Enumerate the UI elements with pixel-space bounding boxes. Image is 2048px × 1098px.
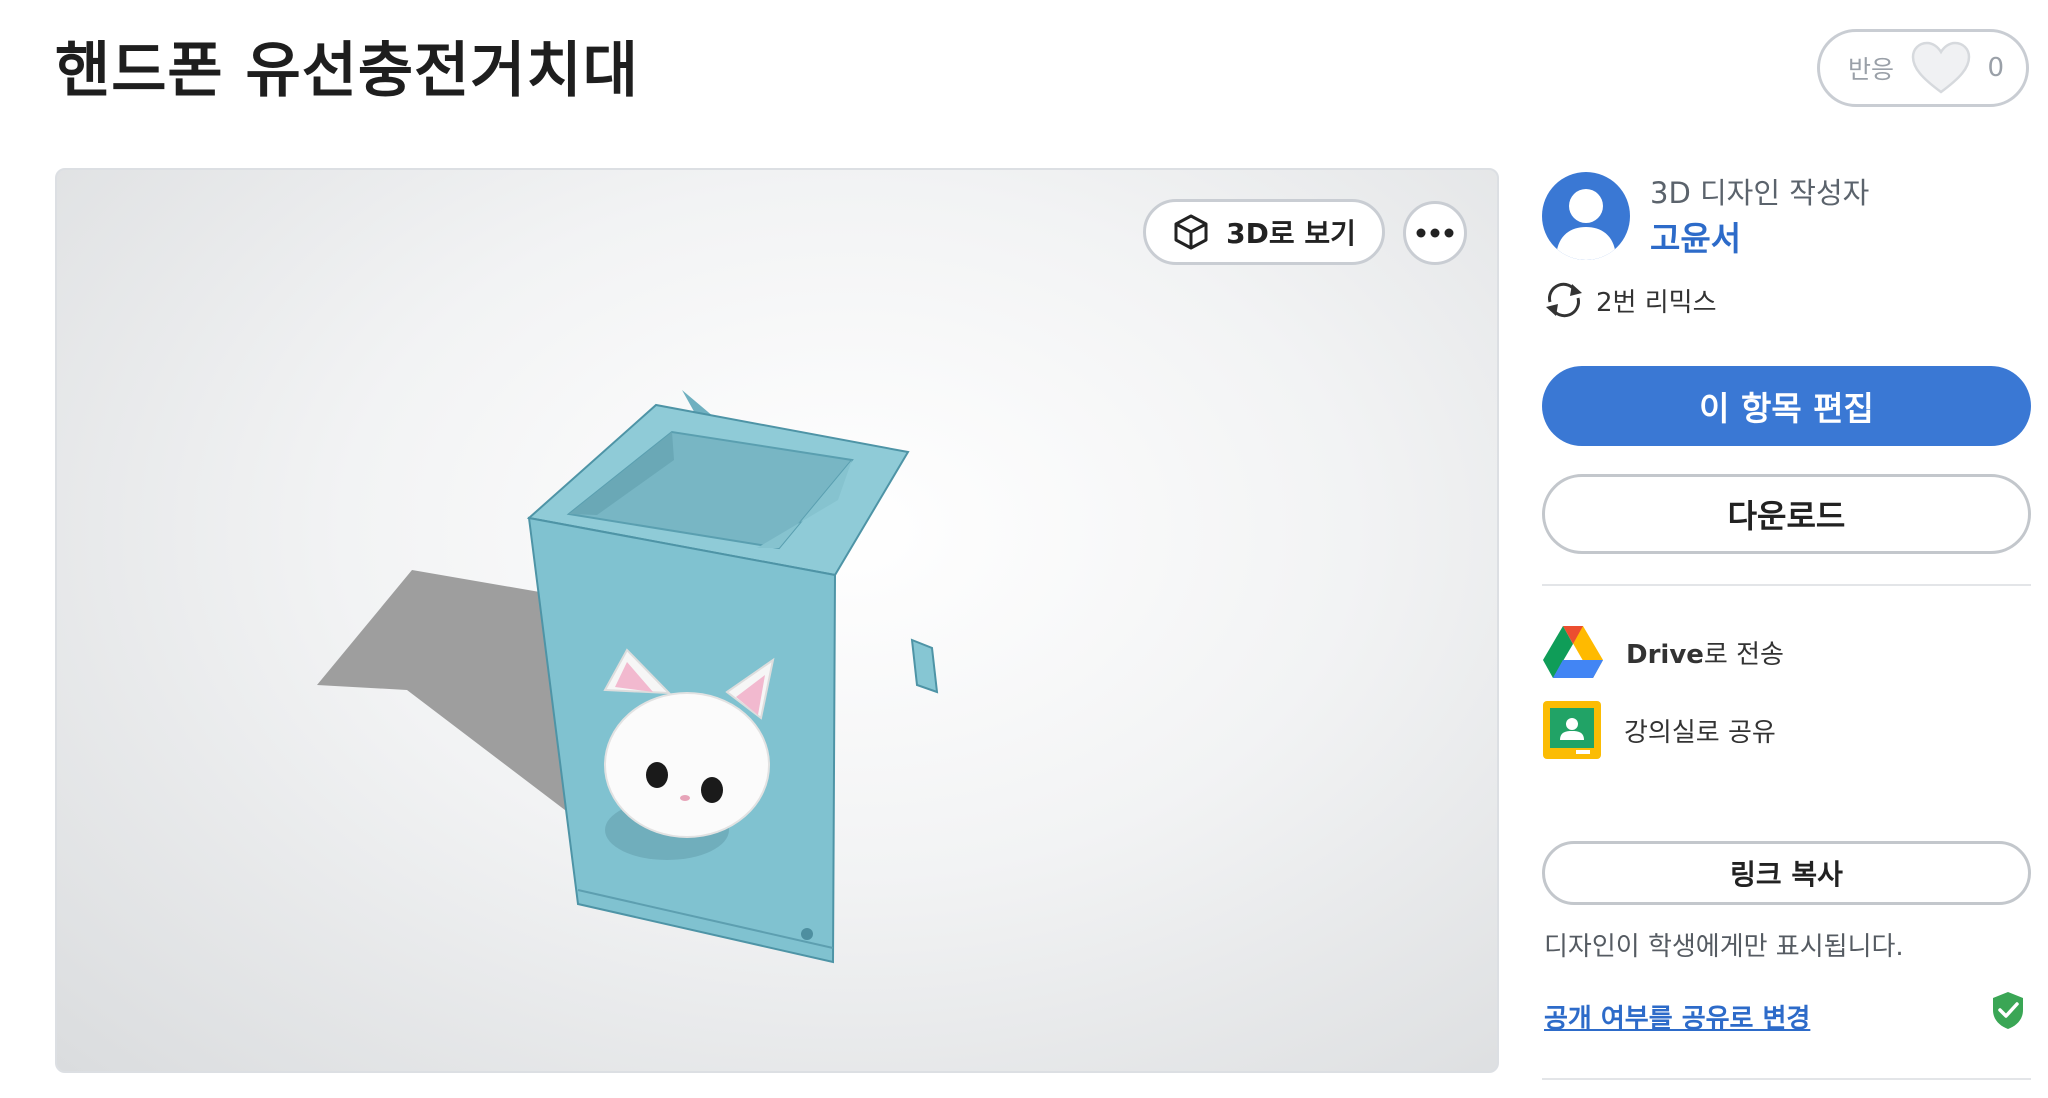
visibility-note: 디자인이 학생에게만 표시됩니다.: [1544, 932, 1904, 962]
remix-count-label: 2번 리믹스: [1596, 287, 1717, 318]
author-avatar[interactable]: [1542, 172, 1630, 260]
divider: [1542, 584, 2031, 586]
reaction-button[interactable]: 반응 0: [1817, 29, 2029, 107]
share-to-classroom-button[interactable]: 강의실로 공유: [1542, 700, 1776, 760]
google-drive-icon: [1543, 626, 1603, 678]
model-preview-image: [317, 390, 939, 964]
reaction-label: 반응: [1848, 55, 1895, 84]
page-title: 핸드폰 유선충전거치대: [55, 36, 639, 106]
more-icon: [1416, 228, 1454, 238]
drive-brand: Drive: [1626, 639, 1704, 670]
copy-link-button[interactable]: 링크 복사: [1542, 841, 2031, 905]
view-in-3d-label: 3D로 보기: [1226, 217, 1356, 250]
author-name-link[interactable]: 고윤서: [1650, 212, 1741, 260]
change-visibility-link[interactable]: 공개 여부를 공유로 변경: [1544, 998, 1810, 1035]
remix-icon: [1546, 282, 1582, 318]
send-to-drive-button[interactable]: Drive로 전송: [1542, 624, 1784, 680]
download-button[interactable]: 다운로드: [1542, 474, 2031, 554]
more-options-button[interactable]: [1403, 201, 1467, 265]
classroom-icon: [1543, 701, 1601, 759]
shield-check-icon: [1993, 992, 2023, 1029]
reaction-count: 0: [1987, 53, 2004, 83]
drive-label: 로 전송: [1703, 639, 1784, 670]
author-role: 3D 디자인 작성자: [1650, 176, 1870, 210]
edit-design-button[interactable]: 이 항목 편집: [1542, 366, 2031, 446]
cube-icon: [1174, 214, 1208, 250]
user-avatar-icon: [1556, 189, 1616, 260]
heart-icon: [1911, 41, 1970, 94]
design-preview[interactable]: [55, 168, 1499, 1073]
classroom-label: 강의실로 공유: [1624, 717, 1776, 748]
remix-count: 2번 리믹스: [1542, 280, 1717, 320]
divider: [1542, 1078, 2031, 1080]
view-in-3d-button[interactable]: 3D로 보기: [1143, 199, 1385, 265]
